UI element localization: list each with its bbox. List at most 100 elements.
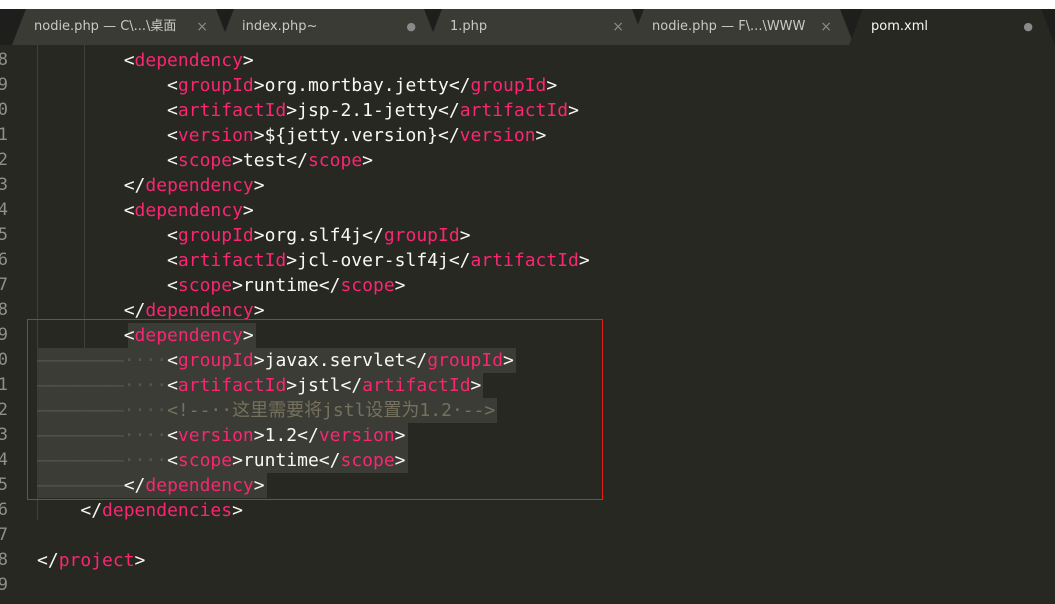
tag-bracket: > [242,50,254,71]
tag-name: version [459,125,536,146]
tag-bracket: > [232,500,243,521]
close-icon[interactable]: × [196,9,208,45]
tag-name: scope [177,150,233,171]
tag-bracket: </ [123,175,146,196]
line-number: 7 [0,525,8,545]
code-line[interactable]: <dependency> [37,48,254,73]
tab-nodie-desktop[interactable]: nodie.php — C\...\桌面 × [12,9,230,45]
tag-bracket: </ [80,500,103,521]
line-number: 5 [0,225,8,245]
line-number: 6 [0,500,8,520]
line-number: 9 [0,575,8,595]
code-line[interactable]: <dependency> [37,198,254,223]
tag-bracket: </ [286,150,308,171]
editor-pane[interactable]: 8901234567890123456789 <dependency> <gro… [0,45,1055,604]
line-number: 9 [0,75,8,95]
tag-bracket: > [362,150,373,171]
code-line[interactable]: </dependencies> [37,498,243,523]
window-top-strip [0,0,1055,9]
tab-index-php[interactable]: index.php~ ● [220,9,438,45]
line-number: 4 [0,450,8,470]
line-number: 4 [0,200,8,220]
tab-pom-xml[interactable]: pom.xml ● [849,9,1055,45]
tag-bracket: > [394,275,406,296]
element-text: org.slf4j [264,225,363,246]
line-number: 3 [0,175,8,195]
tag-bracket: </ [37,550,59,571]
element-text: ${jetty.version} [264,125,438,146]
line-number: 2 [0,150,8,170]
line-number-gutter: 8 9 0 1 2 3 4 5 6 7 8 9 0 1 2 3 4 5 6 7 8 9 [0,45,14,604]
tab-label: index.php~ [242,19,318,34]
code-line[interactable]: <groupId>org.mortbay.jetty</groupId> [37,73,557,98]
tab-label: nodie.php — C\...\桌面 [34,19,177,34]
tag-bracket: </ [123,300,146,321]
highlight-box [27,319,603,500]
unsaved-dot-icon[interactable]: ● [1023,9,1033,45]
code-line[interactable]: <scope>test</scope> [37,148,373,173]
tag-bracket: > [253,75,265,96]
tab-1-php[interactable]: 1.php × [428,9,646,45]
tag-name: dependency [145,175,254,196]
tag-bracket: > [232,150,243,171]
tag-name: artifactId [470,250,579,271]
code-line[interactable]: <scope>runtime</scope> [37,273,406,298]
line-number: 6 [0,250,8,270]
code-line[interactable]: </dependency> [37,173,265,198]
tag-name: groupId [177,225,254,246]
tag-name: groupId [470,75,547,96]
unsaved-dot-icon[interactable]: ● [406,9,416,45]
element-text: org.mortbay.jetty [264,75,449,96]
tag-bracket: < [167,100,178,121]
tag-bracket: </ [448,250,471,271]
line-number: 1 [0,375,8,395]
tag-name: scope [307,150,363,171]
code-line[interactable]: <artifactId>jsp-2.1-jetty</artifactId> [37,98,579,123]
tag-name: scope [340,275,395,296]
tag-bracket: > [568,100,579,121]
element-text: runtime [242,275,319,296]
code-line[interactable]: <version>${jetty.version}</version> [37,123,546,148]
tag-bracket: > [134,550,146,571]
tag-bracket: > [286,100,298,121]
line-number: 9 [0,325,8,345]
close-icon[interactable]: × [612,9,624,45]
tag-bracket: </ [318,275,341,296]
tag-bracket: </ [362,225,384,246]
line-number: 8 [0,300,8,320]
tag-bracket: < [167,275,178,296]
code-line[interactable]: </project> [37,548,145,573]
tab-nodie-www[interactable]: nodie.php — F\...\WWW × [630,9,854,45]
tag-bracket: > [253,300,265,321]
line-number: 8 [0,550,8,570]
tab-label: pom.xml [871,19,928,34]
tag-bracket: > [253,125,265,146]
tab-label: 1.php [450,19,488,34]
line-number: 3 [0,425,8,445]
tag-bracket: < [167,225,178,246]
close-icon[interactable]: × [820,9,832,45]
code-line[interactable]: <groupId>org.slf4j</groupId> [37,223,470,248]
tag-bracket: < [123,200,135,221]
tag-bracket: </ [437,125,460,146]
tab-label: nodie.php — F\...\WWW [652,19,806,34]
tag-name: artifactId [177,250,287,271]
tag-name: dependency [134,200,243,221]
line-number: 2 [0,400,8,420]
tag-name: artifactId [459,100,569,121]
tag-bracket: > [546,75,558,96]
line-number: 7 [0,275,8,295]
code-line[interactable]: <artifactId>jcl-over-slf4j</artifactId> [37,248,590,273]
tag-bracket: > [253,225,265,246]
tag-name: artifactId [177,100,287,121]
